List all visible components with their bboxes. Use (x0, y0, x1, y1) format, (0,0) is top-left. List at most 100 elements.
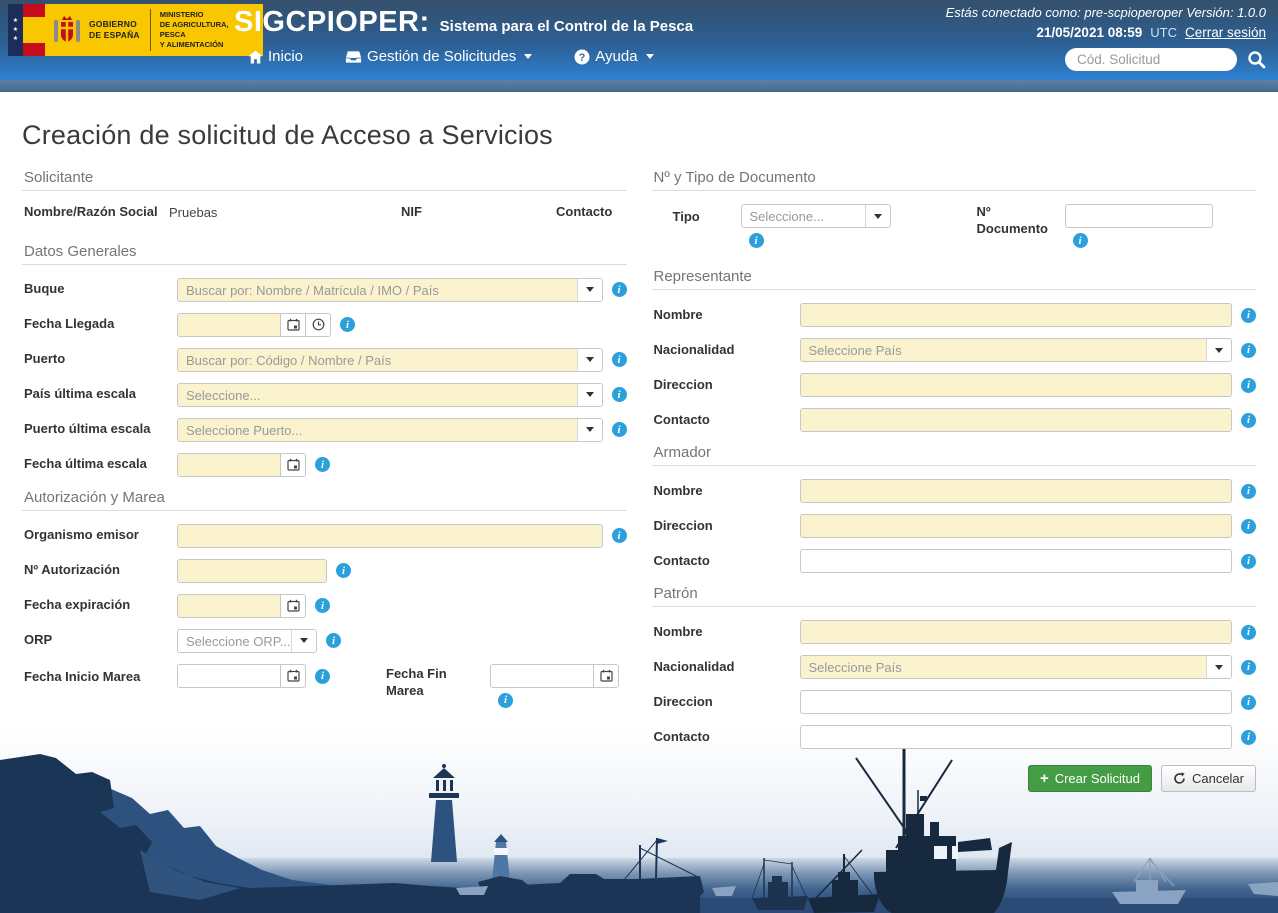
dropdown-arrow-icon[interactable] (865, 205, 890, 227)
info-icon[interactable]: i (340, 317, 355, 332)
orp-select[interactable]: Seleccione ORP... (177, 629, 317, 653)
nombre-razon-value: Pruebas (169, 205, 401, 220)
tipo-documento-select[interactable]: Seleccione... (741, 204, 891, 228)
fecha-fin-marea-input[interactable] (490, 664, 594, 688)
organismo-emisor-input[interactable] (177, 524, 603, 548)
calendar-icon[interactable] (280, 453, 306, 477)
dropdown-arrow-icon[interactable] (291, 630, 316, 652)
fecha-fin-marea-label: Fecha Fin Marea (386, 664, 478, 700)
nombre-razon-label: Nombre/Razón Social (24, 204, 169, 221)
info-icon[interactable]: i (1241, 660, 1256, 675)
info-icon[interactable]: i (749, 233, 764, 248)
info-icon[interactable]: i (1241, 413, 1256, 428)
representante-contacto-input[interactable] (800, 408, 1233, 432)
pais-ultima-escala-select[interactable]: Seleccione... (177, 383, 603, 407)
logout-link[interactable]: Cerrar sesión (1185, 25, 1266, 40)
section-title-representante: Representante (652, 268, 1257, 290)
dropdown-arrow-icon[interactable] (1206, 656, 1231, 678)
cancelar-button[interactable]: Cancelar (1161, 765, 1256, 792)
info-icon[interactable]: i (612, 387, 627, 402)
fecha-expiracion-input[interactable] (177, 594, 281, 618)
representante-nombre-input[interactable] (800, 303, 1233, 327)
orp-label: ORP (22, 632, 177, 649)
representante-direccion-input[interactable] (800, 373, 1233, 397)
clock-icon[interactable] (305, 313, 331, 337)
fecha-expiracion-label: Fecha expiración (22, 597, 177, 614)
info-icon[interactable]: i (1241, 343, 1256, 358)
section-title-autorizacion: Autorización y Marea (22, 489, 627, 511)
fecha-llegada-input[interactable] (177, 313, 281, 337)
puerto-select[interactable]: Buscar por: Código / Nombre / País (177, 348, 603, 372)
calendar-icon[interactable] (593, 664, 619, 688)
tipo-label: Tipo (673, 204, 741, 226)
puerto-ultima-escala-select[interactable]: Seleccione Puerto... (177, 418, 603, 442)
representante-nacionalidad-label: Nacionalidad (652, 342, 800, 359)
armador-contacto-input[interactable] (800, 549, 1233, 573)
info-icon[interactable]: i (612, 528, 627, 543)
info-icon[interactable]: i (1241, 625, 1256, 640)
calendar-icon[interactable] (280, 313, 306, 337)
info-icon[interactable]: i (1241, 378, 1256, 393)
app-name: SIGCPIOPER: (234, 6, 430, 39)
header-accent-bar (0, 80, 1278, 92)
patron-nacionalidad-select[interactable]: Seleccione País (800, 655, 1233, 679)
dropdown-arrow-icon[interactable] (577, 384, 602, 406)
patron-nombre-input[interactable] (800, 620, 1233, 644)
star-icon: ★ (13, 27, 18, 33)
patron-direccion-label: Direccion (652, 694, 800, 711)
info-icon[interactable]: i (1241, 519, 1256, 534)
star-icon: ★ (13, 36, 18, 42)
dropdown-arrow-icon[interactable] (1206, 339, 1231, 361)
representante-nacionalidad-select[interactable]: Seleccione País (800, 338, 1233, 362)
app-header: ★ ★ ★ GOBIERNO DE ESPAÑA (0, 0, 1278, 80)
info-icon[interactable]: i (336, 563, 351, 578)
armador-nombre-label: Nombre (652, 483, 800, 500)
fecha-llegada-label: Fecha Llegada (22, 316, 177, 333)
fecha-fin-marea-group (490, 664, 619, 688)
nav-ayuda[interactable]: ? Ayuda (574, 48, 653, 65)
info-icon[interactable]: i (1241, 484, 1256, 499)
buque-select[interactable]: Buscar por: Nombre / Matrícula / IMO / P… (177, 278, 603, 302)
info-icon[interactable]: i (498, 693, 513, 708)
info-icon[interactable]: i (612, 422, 627, 437)
patron-contacto-input[interactable] (800, 725, 1233, 749)
representante-contacto-label: Contacto (652, 412, 800, 429)
dropdown-arrow-icon[interactable] (577, 419, 602, 441)
patron-nombre-label: Nombre (652, 624, 800, 641)
calendar-icon[interactable] (280, 594, 306, 618)
fecha-inicio-marea-group (177, 664, 306, 688)
armador-nombre-input[interactable] (800, 479, 1233, 503)
info-icon[interactable]: i (326, 633, 341, 648)
dropdown-arrow-icon[interactable] (577, 279, 602, 301)
calendar-icon[interactable] (280, 664, 306, 688)
info-icon[interactable]: i (315, 457, 330, 472)
search-icon[interactable] (1247, 50, 1266, 69)
puerto-label: Puerto (22, 351, 177, 368)
info-icon[interactable]: i (1241, 554, 1256, 569)
num-documento-input[interactable] (1065, 204, 1213, 228)
fecha-inicio-marea-input[interactable] (177, 664, 281, 688)
nav-inicio[interactable]: Inicio (248, 48, 303, 65)
datetime: 21/05/2021 08:59 (1036, 25, 1142, 40)
search-input[interactable] (1065, 48, 1237, 71)
info-icon[interactable]: i (1073, 233, 1088, 248)
section-title-patron: Patrón (652, 585, 1257, 607)
num-autorizacion-input[interactable] (177, 559, 327, 583)
info-icon[interactable]: i (1241, 730, 1256, 745)
info-icon[interactable]: i (1241, 308, 1256, 323)
armador-direccion-input[interactable] (800, 514, 1233, 538)
fecha-ultima-escala-group (177, 453, 306, 477)
info-icon[interactable]: i (612, 282, 627, 297)
gobierno-logo: ★ ★ ★ GOBIERNO DE ESPAÑA (8, 4, 263, 56)
patron-direccion-input[interactable] (800, 690, 1233, 714)
info-icon[interactable]: i (315, 669, 330, 684)
dropdown-arrow-icon[interactable] (577, 349, 602, 371)
info-icon[interactable]: i (315, 598, 330, 613)
nav-gestion-solicitudes[interactable]: Gestión de Solicitudes (345, 48, 532, 65)
info-icon[interactable]: i (1241, 695, 1256, 710)
fecha-ultima-escala-input[interactable] (177, 453, 281, 477)
svg-text:?: ? (579, 52, 586, 64)
buque-label: Buque (22, 281, 177, 298)
info-icon[interactable]: i (612, 352, 627, 367)
crear-solicitud-button[interactable]: + Crear Solicitud (1028, 765, 1152, 792)
